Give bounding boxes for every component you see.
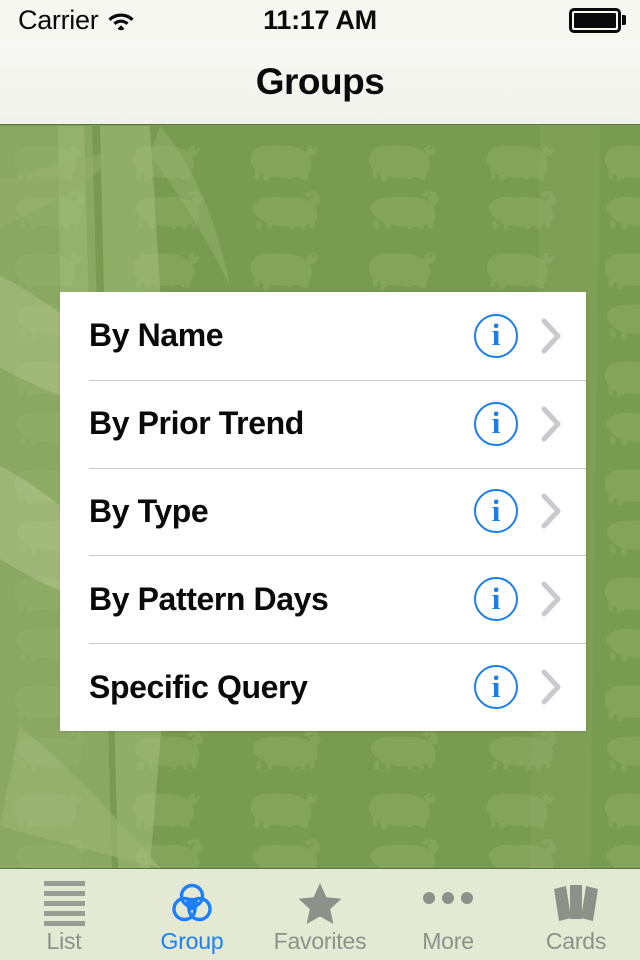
page-title: Groups — [255, 61, 385, 102]
info-glyph: i — [491, 317, 501, 353]
status-bar-right — [569, 7, 626, 33]
battery-icon — [569, 7, 621, 33]
info-glyph: i — [491, 492, 501, 528]
chevron-right-icon — [541, 318, 561, 354]
venn-circles-icon — [169, 880, 215, 926]
navigation-bar: Groups — [0, 40, 640, 125]
tab-list[interactable]: List — [0, 869, 128, 960]
group-row-by-name[interactable]: By Name i — [60, 292, 586, 380]
group-row-label: By Pattern Days — [89, 580, 329, 617]
tab-group[interactable]: Group — [128, 869, 256, 960]
group-row-specific-query[interactable]: Specific Query i — [60, 643, 586, 731]
chevron-right-icon — [541, 669, 561, 705]
status-bar-time: 11:17 AM — [263, 4, 377, 35]
tab-label: List — [46, 928, 82, 954]
ellipsis-icon — [423, 880, 473, 926]
tab-more[interactable]: More — [384, 869, 512, 960]
status-bar: Carrier 11:17 AM — [0, 0, 640, 40]
info-circle-icon[interactable]: i — [474, 577, 518, 622]
tab-bar: List Group Favorites More Cards — [0, 868, 640, 960]
info-circle-icon[interactable]: i — [474, 489, 518, 534]
chevron-right-icon — [541, 406, 561, 442]
star-icon — [297, 880, 343, 926]
group-row-label: Specific Query — [89, 668, 308, 705]
phone-screen: Carrier 11:17 AM Groups By Name i By Pri… — [0, 0, 640, 960]
group-options-card: By Name i By Prior Trend i By Type i By … — [60, 292, 586, 731]
info-circle-icon[interactable]: i — [474, 313, 518, 358]
group-row-label: By Type — [89, 492, 209, 529]
tab-label: More — [422, 928, 474, 954]
group-row-label: By Prior Trend — [89, 405, 304, 442]
group-row-by-type[interactable]: By Type i — [60, 467, 586, 556]
group-row-by-pattern-days[interactable]: By Pattern Days i — [60, 555, 586, 643]
tab-favorites[interactable]: Favorites — [256, 869, 384, 960]
tab-cards[interactable]: Cards — [512, 869, 640, 960]
tab-label: Cards — [545, 928, 607, 954]
battery-fill — [574, 12, 616, 28]
cards-deck-icon — [550, 880, 602, 926]
battery-cap — [622, 15, 626, 25]
chevron-right-icon — [541, 493, 561, 529]
tab-label: Favorites — [273, 928, 367, 954]
list-lines-icon — [43, 880, 85, 926]
group-row-label: By Name — [89, 317, 224, 354]
chevron-right-icon — [541, 581, 561, 617]
info-glyph: i — [491, 668, 501, 704]
info-glyph: i — [491, 580, 501, 616]
group-row-by-prior-trend[interactable]: By Prior Trend i — [60, 379, 586, 468]
info-glyph: i — [491, 405, 501, 441]
info-circle-icon[interactable]: i — [474, 401, 518, 446]
tab-label: Group — [160, 928, 224, 954]
info-circle-icon[interactable]: i — [474, 665, 518, 710]
